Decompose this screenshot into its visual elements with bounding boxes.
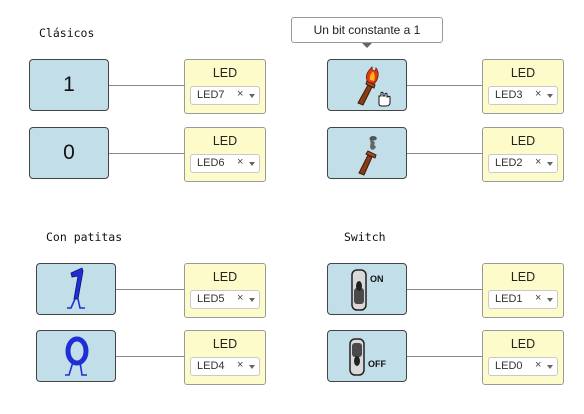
led4-select[interactable]: LED4 × (190, 357, 260, 376)
torch-on-block[interactable] (327, 59, 407, 111)
clear-icon[interactable]: × (535, 359, 541, 371)
led-title: LED (212, 134, 238, 148)
led-select-value: LED4 (197, 360, 225, 372)
wire (116, 289, 185, 290)
led-select-value: LED1 (495, 293, 523, 305)
led-title: LED (510, 134, 536, 148)
tooltip: Un bit constante a 1 (291, 17, 443, 43)
led1-select[interactable]: LED1 × (488, 290, 558, 309)
clear-icon[interactable]: × (535, 292, 541, 304)
zero-with-legs-icon (65, 336, 89, 376)
led-select-value: LED6 (197, 157, 225, 169)
led3-block[interactable]: LED LED3 × (482, 59, 564, 114)
led-select-value: LED0 (495, 360, 523, 372)
chevron-down-icon[interactable] (547, 162, 553, 166)
tooltip-tail (362, 43, 372, 48)
led-select-value: LED5 (197, 293, 225, 305)
led1-block[interactable]: LED LED1 × (482, 263, 564, 318)
chevron-down-icon[interactable] (547, 94, 553, 98)
led-title: LED (510, 270, 536, 284)
wire (407, 289, 483, 290)
led5-block[interactable]: LED LED5 × (184, 263, 266, 318)
chevron-down-icon[interactable] (249, 365, 255, 369)
led5-select[interactable]: LED5 × (190, 290, 260, 309)
switch-off-block[interactable]: OFF (327, 330, 407, 382)
clear-icon[interactable]: × (535, 88, 541, 100)
switch-off-label: OFF (368, 359, 386, 369)
one-with-legs-icon (67, 267, 85, 309)
toggle-switch-off-icon: OFF (349, 338, 386, 376)
smoking-torch-icon (358, 136, 377, 176)
led-title: LED (212, 66, 238, 80)
chevron-down-icon[interactable] (547, 298, 553, 302)
wire (109, 85, 185, 86)
led-select-value: LED7 (197, 89, 225, 101)
led2-block[interactable]: LED LED2 × (482, 127, 564, 182)
bit-0-value: 0 (63, 141, 75, 164)
led6-select[interactable]: LED6 × (190, 154, 260, 173)
section-title-switch: Switch (344, 230, 386, 244)
led-select-value: LED3 (495, 89, 523, 101)
chevron-down-icon[interactable] (249, 94, 255, 98)
hand-cursor-icon (378, 91, 391, 107)
switch-on-block[interactable]: ON (327, 263, 407, 315)
led-title: LED (212, 337, 238, 351)
bit-1-value: 1 (63, 73, 75, 96)
wire (407, 153, 483, 154)
wire (109, 153, 185, 154)
led7-select[interactable]: LED7 × (190, 86, 260, 105)
switch-on-label: ON (370, 274, 384, 284)
led6-block[interactable]: LED LED6 × (184, 127, 266, 182)
led-title: LED (212, 270, 238, 284)
led2-select[interactable]: LED2 × (488, 154, 558, 173)
legs-zero-block[interactable] (36, 330, 116, 382)
clear-icon[interactable]: × (237, 292, 243, 304)
clear-icon[interactable]: × (237, 359, 243, 371)
wire (407, 85, 483, 86)
chevron-down-icon[interactable] (249, 162, 255, 166)
led3-select[interactable]: LED3 × (488, 86, 558, 105)
toggle-switch-on-icon: ON (351, 269, 384, 311)
wire (407, 356, 483, 357)
bit-1-block[interactable]: 1 (29, 59, 109, 111)
led0-select[interactable]: LED0 × (488, 357, 558, 376)
led7-block[interactable]: LED LED7 × (184, 59, 266, 114)
led-select-value: LED2 (495, 157, 523, 169)
chevron-down-icon[interactable] (249, 298, 255, 302)
section-title-con-patitas: Con patitas (46, 230, 123, 244)
wire (116, 356, 185, 357)
led-title: LED (510, 66, 536, 80)
section-title-clasicos: Clásicos (39, 26, 95, 40)
clear-icon[interactable]: × (535, 156, 541, 168)
led4-block[interactable]: LED LED4 × (184, 330, 266, 385)
clear-icon[interactable]: × (237, 156, 243, 168)
torch-off-block[interactable] (327, 127, 407, 179)
bit-0-block[interactable]: 0 (29, 127, 109, 179)
chevron-down-icon[interactable] (547, 365, 553, 369)
led-title: LED (510, 337, 536, 351)
legs-one-block[interactable] (36, 263, 116, 315)
clear-icon[interactable]: × (237, 88, 243, 100)
led0-block[interactable]: LED LED0 × (482, 330, 564, 385)
